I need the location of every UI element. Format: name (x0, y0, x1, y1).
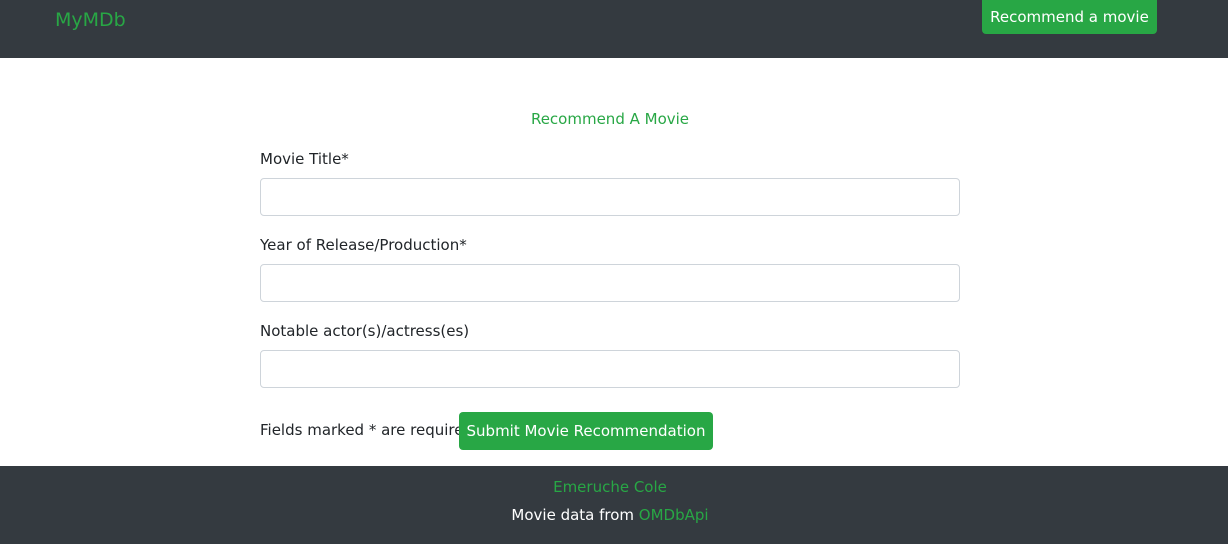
submit-recommendation-button[interactable]: Submit Movie Recommendation (459, 412, 713, 450)
recommend-movie-button[interactable]: Recommend a movie (982, 0, 1157, 34)
movie-title-label: Movie Title* (260, 150, 349, 168)
footer: Emeruche Cole Movie data from OMDbApi (0, 466, 1228, 544)
main-content: Recommend A Movie Movie Title* Year of R… (0, 58, 1228, 466)
brand-logo-link[interactable]: MyMDb (55, 8, 126, 32)
actors-label: Notable actor(s)/actress(es) (260, 322, 470, 340)
omdbapi-link[interactable]: OMDbApi (639, 506, 709, 524)
author-link[interactable]: Emeruche Cole (0, 477, 1220, 497)
data-credit: Movie data from OMDbApi (0, 505, 1220, 525)
form-title: Recommend A Movie (530, 110, 690, 128)
actors-input[interactable] (260, 350, 960, 388)
movie-title-input[interactable] (260, 178, 960, 216)
navbar: MyMDb Recommend a movie (0, 0, 1228, 58)
year-input[interactable] (260, 264, 960, 302)
year-label: Year of Release/Production* (260, 236, 467, 254)
required-fields-note: Fields marked * are required (260, 421, 473, 439)
credit-text: Movie data from (511, 506, 639, 524)
